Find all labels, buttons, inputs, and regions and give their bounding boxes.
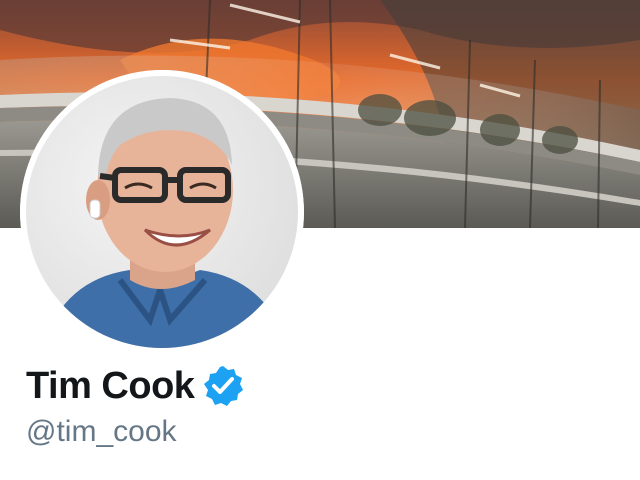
- display-name[interactable]: Tim Cook: [26, 360, 195, 412]
- profile-avatar[interactable]: [20, 70, 304, 354]
- username-handle[interactable]: @tim_cook: [26, 412, 177, 452]
- profile-header: Tim Cook @tim_cook: [0, 0, 640, 480]
- name-row: Tim Cook: [26, 360, 246, 412]
- verified-badge-icon: [200, 363, 246, 409]
